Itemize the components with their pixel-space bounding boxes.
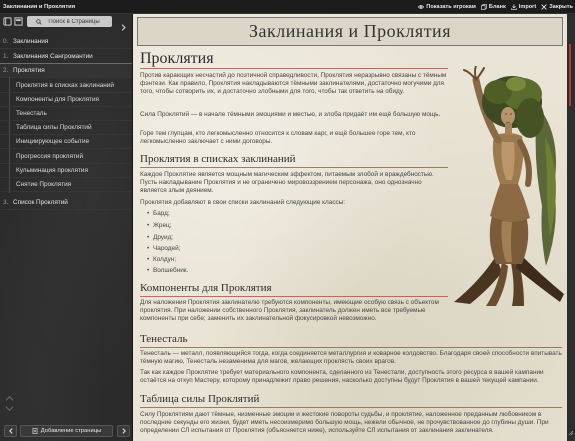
sidebar-subitem-power-table[interactable]: Таблица силы Проклятий: [0, 121, 132, 135]
top-bar: Заклинания и Проклятия Показать игрокам …: [0, 0, 575, 14]
sidebar-subitem-label: Тенесталь: [16, 110, 47, 117]
section-paragraph: Силу Проклятиям дают тёмные, низменные э…: [140, 411, 549, 434]
page-view-icon[interactable]: [14, 17, 23, 26]
scrollbar-thumb[interactable]: [569, 44, 571, 106]
sidebar-subitem-spell-lists[interactable]: Проклятия в списках заклинаний: [0, 79, 132, 93]
intro-paragraph: Горе тем глупцам, кто легкомысленно отно…: [140, 130, 416, 145]
sidebar-subitem-components[interactable]: Компоненты для Проклятия: [0, 93, 132, 107]
import-icon: [511, 4, 517, 10]
section-paragraph: Для наложения Проклятия заклинателю треб…: [140, 299, 439, 322]
sidebar-item-label: Заклинания Сангромантии: [13, 53, 93, 60]
sidebar-subitem-trigger-event[interactable]: Инициирующее событие: [0, 135, 132, 149]
bullet-icon: •: [147, 222, 150, 229]
dryad-illustration: [454, 66, 564, 306]
close-icon: [541, 4, 547, 10]
page-title: Проклятия: [140, 50, 214, 67]
bullet-icon: •: [147, 256, 150, 263]
chevron-left-icon: [8, 428, 13, 434]
sidebar-item-number: 2.: [3, 67, 9, 74]
section-paragraph: Тенесталь — металл, появляющийся тогда, …: [140, 350, 562, 365]
sidebar-item-number: 1.: [3, 53, 9, 60]
sidebar-subitem-label: Кульминация проклятия: [16, 167, 88, 174]
sheet-label: Бланк: [488, 4, 506, 10]
document-view[interactable]: Заклинания и Проклятия Проклятия Против …: [133, 14, 567, 441]
sidebar-item-number: 3.: [3, 199, 9, 206]
list-item-text: Колдун;: [153, 256, 177, 263]
add-page-icon: [32, 428, 38, 434]
section-divider: [140, 167, 448, 168]
collapse-icon[interactable]: [5, 395, 14, 402]
sidebar: 0. Заклинания 1. Заклинания Сангромантии…: [0, 14, 133, 441]
section-heading-shadowsteel: Тенесталь: [140, 333, 188, 345]
journal-book-icon[interactable]: [3, 17, 12, 26]
sheet-button[interactable]: Бланк: [481, 4, 506, 10]
title-divider: [140, 68, 448, 69]
section-divider: [140, 296, 448, 297]
vertical-scrollbar[interactable]: [567, 14, 575, 441]
add-page-label: Добавление страницы: [40, 428, 102, 434]
close-label: Закрыть: [549, 4, 573, 10]
copy-icon: [481, 4, 487, 10]
section-paragraph: Так как каждое Проклятие требует материа…: [140, 369, 544, 384]
section-divider: [140, 347, 562, 348]
sidebar-subitem-progression[interactable]: Прогрессия проклятий: [0, 150, 132, 164]
intro-paragraph: Против карающих несчастий до поэтичной с…: [140, 72, 447, 95]
sidebar-item-spells[interactable]: 0. Заклинания: [0, 35, 132, 49]
next-page-button[interactable]: [117, 425, 130, 437]
chevron-right-icon[interactable]: [120, 18, 127, 31]
app-window: Заклинания и Проклятия Показать игрокам …: [0, 0, 575, 441]
bullet-icon: •: [147, 234, 150, 241]
sidebar-subitem-label: Проклятия в списках заклинаний: [16, 82, 114, 89]
section-divider: [140, 407, 562, 408]
sidebar-item-label: Проклятия: [13, 67, 45, 74]
sidebar-item-label: Список Проклятий: [13, 199, 68, 206]
sidebar-subitem-culmination[interactable]: Кульминация проклятия: [0, 164, 132, 178]
sidebar-subitem-label: Прогрессия проклятий: [16, 153, 84, 160]
import-label: Import: [518, 4, 537, 10]
window-title: Заклинания и Проклятия: [3, 4, 76, 10]
show-players-label: Показать игрокам: [426, 4, 476, 10]
sidebar-subitem-label: Снятие Проклятия: [16, 181, 72, 188]
show-players-button[interactable]: Показать игрокам: [418, 4, 476, 10]
sidebar-item-number: 0.: [3, 38, 9, 45]
list-item-text: Чародей;: [153, 245, 181, 252]
section-heading-components: Компоненты для Проклятия: [140, 282, 272, 294]
bullet-icon: •: [147, 210, 150, 217]
resize-handle-icon[interactable]: [568, 430, 574, 436]
bullet-icon: •: [147, 267, 150, 274]
close-button[interactable]: Закрыть: [541, 4, 573, 10]
import-button[interactable]: Import: [511, 4, 536, 10]
sidebar-subitem-label: Таблица силы Проклятий: [16, 124, 92, 131]
list-item-text: Волшебник.: [153, 267, 189, 274]
prev-page-button[interactable]: [4, 425, 17, 437]
page-header-title: Заклинания и Проклятия: [137, 17, 563, 46]
intro-paragraph: Сила Проклятий — в начале тёмными эмоция…: [140, 111, 441, 118]
section-paragraph: Проклятия добавляют в свои списки заклин…: [140, 199, 346, 206]
sidebar-item-curse-list[interactable]: 3. Список Проклятий: [0, 196, 132, 210]
sidebar-subitem-shadowsteel[interactable]: Тенесталь: [0, 107, 132, 121]
bullet-icon: •: [147, 245, 150, 252]
section-heading-spell-lists: Проклятия в списках заклинаний: [140, 153, 296, 165]
chevron-right-icon: [121, 428, 126, 434]
search-field[interactable]: [27, 16, 112, 27]
sidebar-item-blood-magic[interactable]: 1. Заклинания Сангромантии: [0, 50, 132, 64]
top-actions: Показать игрокам Бланк Import Закрыть: [418, 0, 573, 14]
expand-icon[interactable]: [5, 405, 14, 412]
sidebar-item-curses[interactable]: 2. Проклятия: [0, 64, 132, 78]
search-input[interactable]: [45, 18, 103, 25]
section-paragraph: Каждое Проклятие является мощным магичес…: [140, 171, 434, 194]
list-item-text: Жрец;: [153, 222, 172, 229]
sidebar-subitem-removal[interactable]: Снятие Проклятия: [0, 178, 132, 192]
search-icon: [36, 18, 42, 25]
eye-icon: [418, 5, 425, 9]
section-heading-power-table: Таблица силы Проклятий: [140, 393, 260, 405]
list-item-text: Друид;: [153, 234, 174, 241]
add-page-button[interactable]: Добавление страницы: [20, 425, 113, 437]
sidebar-subitem-label: Инициирующее событие: [16, 138, 90, 145]
sidebar-item-label: Заклинания: [13, 38, 49, 45]
sidebar-subitem-label: Компоненты для Проклятия: [16, 96, 100, 103]
list-item-text: Бард;: [153, 210, 170, 217]
